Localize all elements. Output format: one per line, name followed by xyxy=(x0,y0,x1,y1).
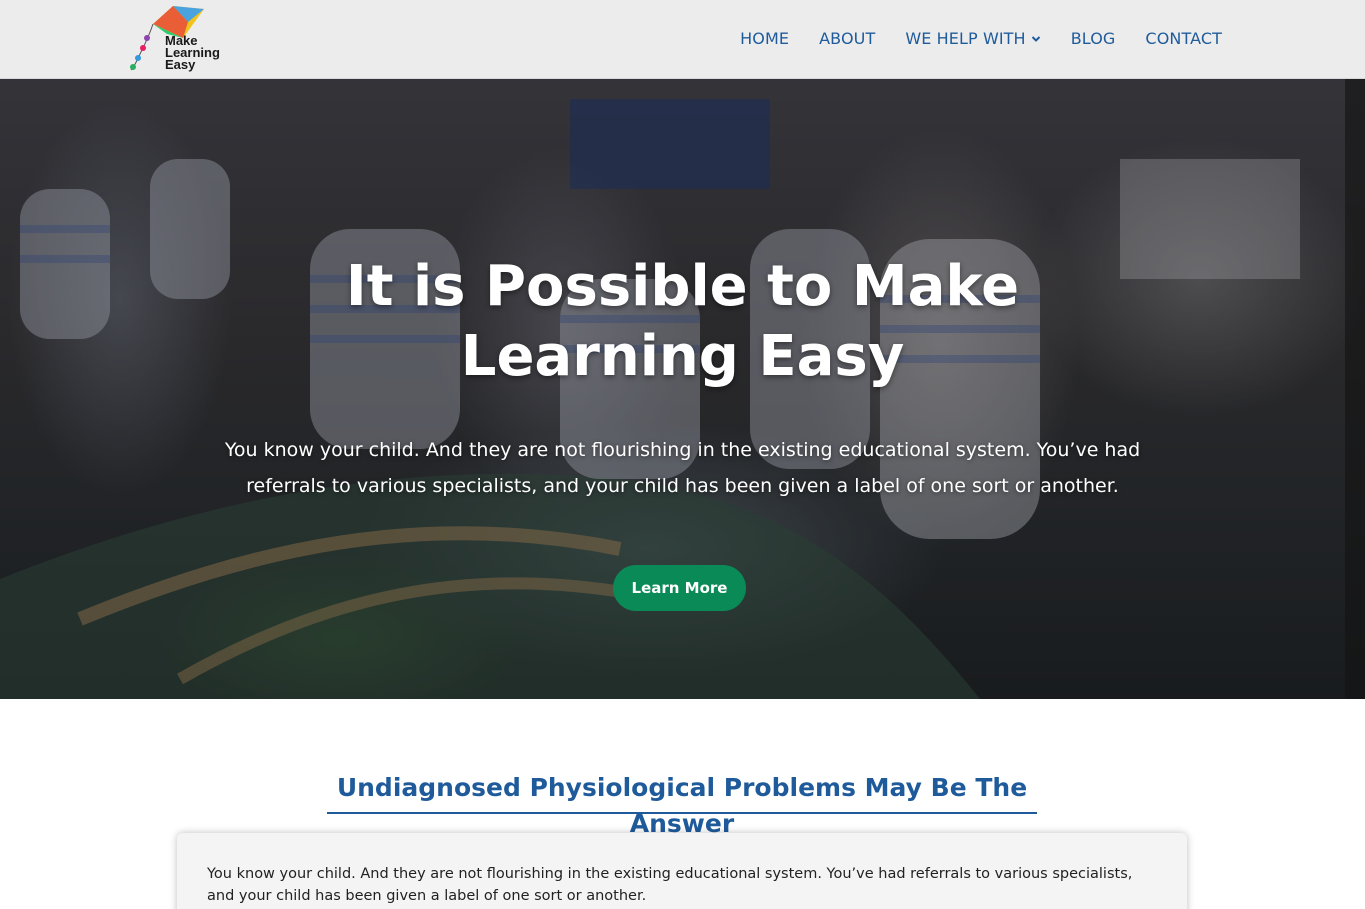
nav-label: BLOG xyxy=(1070,29,1116,48)
learn-more-button[interactable]: Learn More xyxy=(613,565,746,611)
nav-label: CONTACT xyxy=(1145,29,1222,48)
nav-label: WE HELP WITH xyxy=(905,29,1026,48)
site-header: Make Learning Easy HOME ABOUT WE HELP WI… xyxy=(0,0,1365,79)
card-text: You know your child. And they are not fl… xyxy=(207,866,1133,904)
nav-we-help-with-dropdown[interactable]: WE HELP WITH xyxy=(905,28,1040,50)
nav-contact-link[interactable]: CONTACT xyxy=(1145,28,1222,50)
hero-title-line: It is Possible to Make xyxy=(345,254,1020,319)
chevron-down-icon xyxy=(1031,36,1040,42)
section-title: Undiagnosed Physiological Problems May B… xyxy=(327,770,1037,838)
hero-title-line: Learning Easy xyxy=(460,324,905,389)
hero-description: You know your child. And they are not fl… xyxy=(224,439,1141,497)
hero-title: It is Possible to Make Learning Easy xyxy=(0,252,1365,392)
nav-label: ABOUT xyxy=(819,29,876,48)
info-card: You know your child. And they are not fl… xyxy=(177,833,1187,909)
nav-blog-link[interactable]: BLOG xyxy=(1071,28,1116,50)
main-nav: HOME ABOUT WE HELP WITH BLOG CONTACT xyxy=(710,28,1222,50)
nav-about-link[interactable]: ABOUT xyxy=(819,28,875,50)
logo-wordmark: Make Learning Easy xyxy=(165,34,220,72)
nav-home-link[interactable]: HOME xyxy=(740,28,789,50)
site-logo[interactable]: Make Learning Easy xyxy=(127,4,239,74)
nav-label: HOME xyxy=(740,29,790,48)
hero-banner: It is Possible to Make Learning Easy You… xyxy=(0,79,1365,699)
logo-text-line: Easy xyxy=(165,57,196,72)
